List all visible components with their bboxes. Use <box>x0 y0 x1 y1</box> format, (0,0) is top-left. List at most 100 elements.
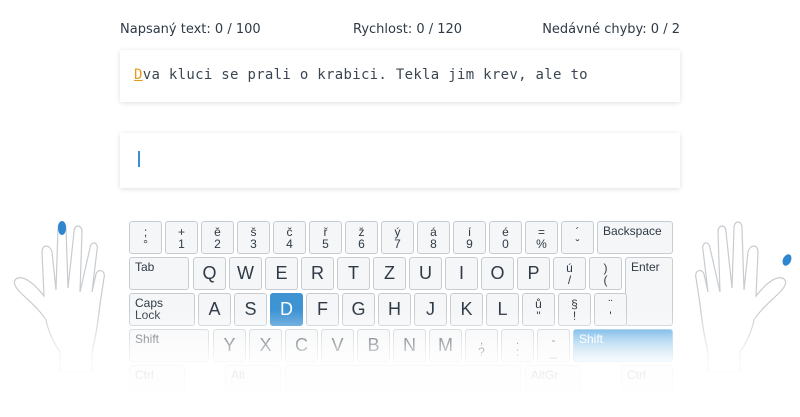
key-backspace[interactable]: Backspace <box>597 221 673 254</box>
key-s[interactable]: S <box>234 293 267 326</box>
speed-indicator: Rychlost: 0 / 120 <box>353 22 463 37</box>
key-3[interactable]: š3 <box>237 221 270 254</box>
key-punct-1[interactable]: .: <box>501 329 534 362</box>
key-k[interactable]: K <box>450 293 483 326</box>
key-1[interactable]: +1 <box>165 221 198 254</box>
key-j[interactable]: J <box>414 293 447 326</box>
key-base-char: 8 <box>430 236 437 251</box>
key-tab[interactable]: Tab <box>129 257 189 290</box>
key-ctrl-0[interactable]: Ctrl <box>129 365 185 398</box>
key-extra-0[interactable]: ů " <box>522 293 555 326</box>
key-symbol[interactable]: ´ ˇ <box>561 221 594 254</box>
key-v[interactable]: V <box>321 329 354 362</box>
key-m[interactable]: M <box>429 329 462 362</box>
current-character: D <box>134 67 143 83</box>
left-finger-marker <box>58 221 66 235</box>
key-5[interactable]: ř5 <box>309 221 342 254</box>
key-f[interactable]: F <box>306 293 339 326</box>
key-e[interactable]: E <box>265 257 298 290</box>
key-shift-char: ě <box>214 224 221 239</box>
key-shift-char: ý <box>394 224 401 239</box>
key-u[interactable]: U <box>409 257 442 290</box>
key-c[interactable]: C <box>285 329 318 362</box>
key-base-char: ° <box>143 236 148 251</box>
key-4[interactable]: č4 <box>273 221 306 254</box>
key-base-char: ( <box>603 272 608 287</box>
key-base-char: ! <box>572 308 577 323</box>
key-extra-2[interactable]: ¨ ' <box>594 293 627 326</box>
key-shift-char: í <box>467 224 472 239</box>
key-base-char: " <box>536 308 541 323</box>
key-2[interactable]: ě2 <box>201 221 234 254</box>
key-g[interactable]: G <box>342 293 375 326</box>
key-8[interactable]: á8 <box>417 221 450 254</box>
key-shift-left[interactable]: Shift <box>129 329 209 362</box>
key-l[interactable]: L <box>486 293 519 326</box>
key-h[interactable]: H <box>378 293 411 326</box>
key-caps-lock[interactable]: Caps Lock <box>129 293 195 326</box>
key-space[interactable] <box>285 365 521 398</box>
key-q[interactable]: Q <box>193 257 226 290</box>
key-base-char: 9 <box>466 236 473 251</box>
key-n[interactable]: N <box>393 329 426 362</box>
key-w[interactable]: W <box>229 257 262 290</box>
on-screen-keyboard: ; ° +1 ě 2 š 3 č 4 ř 5 ž 6 ý 7 á 8 í 9 é 0 =% ´ ˇ Backspace Tab Q W… <box>127 217 673 417</box>
key-shift-char: ů <box>535 296 542 311</box>
key-x[interactable]: X <box>249 329 282 362</box>
key-symbol-1[interactable]: )( <box>589 257 622 290</box>
typing-input[interactable] <box>120 133 680 188</box>
key-symbol-0[interactable]: ú / <box>553 257 586 290</box>
key-i[interactable]: I <box>445 257 478 290</box>
key-shift-char: - <box>551 332 556 347</box>
key-o[interactable]: O <box>481 257 514 290</box>
key-0[interactable]: é0 <box>489 221 522 254</box>
key-base-char: % <box>536 236 547 251</box>
key-shift-char: š <box>250 224 257 239</box>
key-p[interactable]: P <box>517 257 550 290</box>
right-finger-marker <box>782 254 792 266</box>
key-base-char: 1 <box>178 236 185 251</box>
key-shift-char: + <box>177 224 185 239</box>
key-base-char: 0 <box>502 236 509 251</box>
key-symbol[interactable]: ; ° <box>129 221 162 254</box>
key-shift-char: = <box>537 224 545 239</box>
key-extra-1[interactable]: §! <box>558 293 591 326</box>
key-b[interactable]: B <box>357 329 390 362</box>
key-enter[interactable]: Enter <box>625 257 673 326</box>
recent-errors: Nedávné chyby: 0 / 2 <box>542 22 680 37</box>
key-shift-char: ) <box>603 260 608 275</box>
key-t[interactable]: T <box>337 257 370 290</box>
key-alt-1[interactable]: Alt <box>225 365 281 398</box>
key-punct-2[interactable]: - _ <box>537 329 570 362</box>
key-shift-char: § <box>571 296 578 311</box>
key-y[interactable]: Y <box>213 329 246 362</box>
key-a[interactable]: A <box>198 293 231 326</box>
key-z[interactable]: Z <box>373 257 406 290</box>
left-hand-icon <box>13 221 105 373</box>
key-r[interactable]: R <box>301 257 334 290</box>
key-base-char: 6 <box>358 236 365 251</box>
key-shift-char: č <box>286 224 293 239</box>
key-base-char: 3 <box>250 236 257 251</box>
key-9[interactable]: í9 <box>453 221 486 254</box>
key-base-char: 5 <box>322 236 329 251</box>
key-punct-0[interactable]: ,? <box>465 329 498 362</box>
key-shift-right[interactable]: Shift <box>573 329 673 362</box>
key-altgr-2[interactable]: AltGr <box>525 365 581 398</box>
remaining-text: va kluci se prali o krabici. Tekla jim k… <box>142 67 588 83</box>
key-shift-char: ; <box>143 224 148 239</box>
key-6[interactable]: ž6 <box>345 221 378 254</box>
key-symbol[interactable]: =% <box>525 221 558 254</box>
key-shift-char: á <box>430 224 437 239</box>
key-base-char: 2 <box>214 236 221 251</box>
key-d[interactable]: D <box>270 293 303 326</box>
key-base-char: ˇ <box>575 236 580 251</box>
key-base-char: ' <box>609 308 612 323</box>
key-ctrl-3[interactable]: Ctrl <box>621 365 673 398</box>
stats-bar: Napsaný text: 0 / 100 Rychlost: 0 / 120 … <box>120 22 680 40</box>
target-text: Dva kluci se prali o krabici. Tekla jim … <box>134 67 588 83</box>
typed-count: Napsaný text: 0 / 100 <box>120 22 261 37</box>
key-shift-char: ř <box>323 224 328 239</box>
key-7[interactable]: ý7 <box>381 221 414 254</box>
key-shift-char: ú <box>566 260 573 275</box>
